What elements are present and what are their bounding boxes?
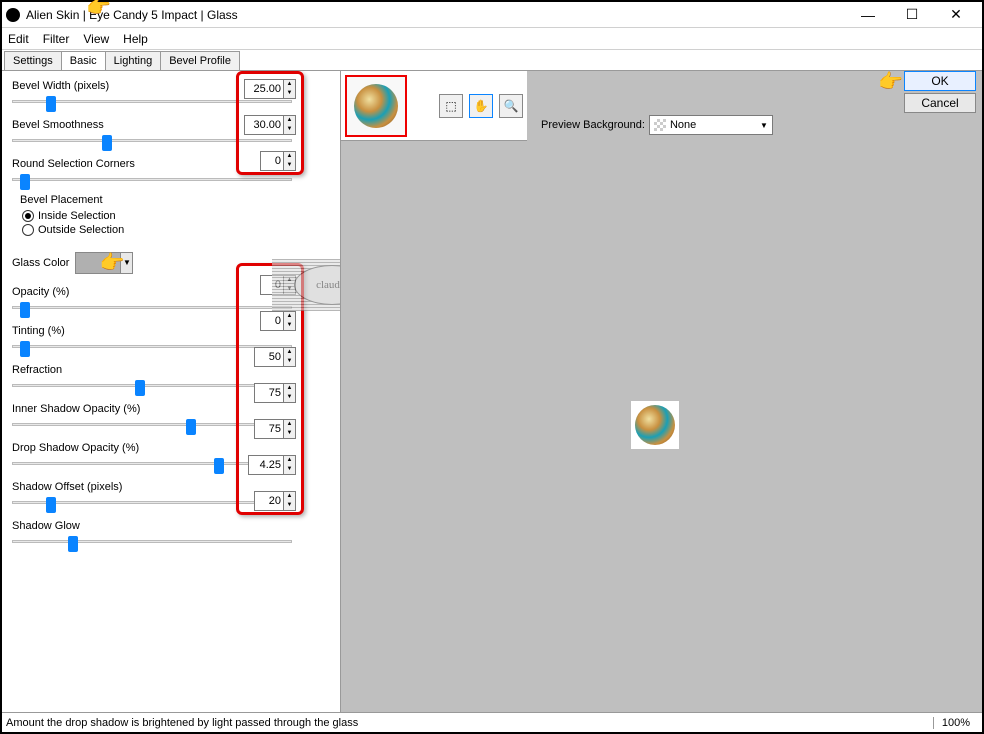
opacity-input[interactable]: ▲▼ (260, 275, 312, 295)
cancel-button[interactable]: Cancel (904, 93, 976, 113)
menu-filter[interactable]: Filter (43, 32, 70, 46)
preview-bg-label: Preview Background: (541, 119, 645, 131)
status-message: Amount the drop shadow is brightened by … (6, 717, 933, 729)
window-title: Alien Skin | Eye Candy 5 Impact | Glass (26, 8, 846, 22)
bevel-placement-label: Bevel Placement (20, 194, 330, 206)
inner-shadow-slider[interactable] (12, 419, 292, 431)
shadow-offset-label: Shadow Offset (pixels) (12, 481, 212, 493)
hand-tool-icon[interactable]: ✋ (469, 94, 493, 118)
inner-shadow-label: Inner Shadow Opacity (%) (12, 403, 212, 415)
round-corners-slider[interactable] (12, 174, 292, 186)
preview-panel: ⬚ ✋ 🔍 Preview Background: None▼ 👉 OK Can… (340, 71, 982, 712)
shadow-glow-input[interactable]: ▲▼ (254, 491, 306, 511)
tab-settings[interactable]: Settings (4, 51, 62, 70)
zoom-tool-icon[interactable]: 🔍 (499, 94, 523, 118)
preview-bg-select[interactable]: None▼ (649, 115, 773, 135)
tab-bevel-profile[interactable]: Bevel Profile (160, 51, 240, 70)
tab-lighting[interactable]: Lighting (105, 51, 162, 70)
glass-color-label: Glass Color (12, 257, 69, 269)
menu-view[interactable]: View (83, 32, 109, 46)
drop-shadow-label: Drop Shadow Opacity (%) (12, 442, 212, 454)
drop-shadow-input[interactable]: ▲▼ (254, 419, 306, 439)
round-corners-input[interactable]: ▲▼ (260, 151, 312, 171)
menu-help[interactable]: Help (123, 32, 148, 46)
opacity-label: Opacity (%) (12, 286, 212, 298)
app-icon (6, 8, 20, 22)
shadow-glow-label: Shadow Glow (12, 520, 212, 532)
tabbar: Settings Basic Lighting Bevel Profile 👉 (2, 50, 982, 70)
preview-thumbnail[interactable] (345, 75, 407, 137)
zoom-level: 100% (933, 717, 978, 729)
round-corners-label: Round Selection Corners (12, 158, 212, 170)
pointer-tool-icon[interactable]: ⬚ (439, 94, 463, 118)
refraction-slider[interactable] (12, 380, 292, 392)
thumbnail-strip: ⬚ ✋ 🔍 (341, 71, 527, 141)
preview-image (631, 401, 679, 449)
tinting-input[interactable]: ▲▼ (260, 311, 312, 331)
menu-edit[interactable]: Edit (8, 32, 29, 46)
refraction-input[interactable]: ▲▼ (254, 347, 306, 367)
tinting-slider[interactable] (12, 341, 292, 353)
statusbar: Amount the drop shadow is brightened by … (2, 712, 982, 732)
bevel-smoothness-label: Bevel Smoothness (12, 119, 212, 131)
pointer-icon: 👉 (878, 70, 903, 94)
close-button[interactable]: ✕ (934, 3, 978, 27)
tab-basic[interactable]: Basic (61, 51, 106, 70)
maximize-button[interactable]: ☐ (890, 3, 934, 27)
bevel-width-input[interactable]: ▲▼ (244, 79, 296, 99)
bevel-width-label: Bevel Width (pixels) (12, 80, 212, 92)
bevel-smoothness-input[interactable]: ▲▼ (244, 115, 296, 135)
radio-outside-selection[interactable]: Outside Selection (22, 224, 330, 236)
minimize-button[interactable]: — (846, 3, 890, 27)
ok-button[interactable]: OK (904, 71, 976, 91)
shadow-offset-slider[interactable] (12, 497, 292, 509)
menubar: Edit Filter View Help (2, 28, 982, 50)
inner-shadow-input[interactable]: ▲▼ (254, 383, 306, 403)
radio-inside-selection[interactable]: Inside Selection (22, 210, 330, 222)
glass-color-picker[interactable]: ▼ (75, 252, 133, 274)
opacity-slider[interactable] (12, 302, 292, 314)
shadow-offset-input[interactable]: ▲▼ (248, 455, 300, 475)
refraction-label: Refraction (12, 364, 212, 376)
bevel-smoothness-slider[interactable] (12, 135, 292, 147)
tinting-label: Tinting (%) (12, 325, 212, 337)
settings-panel: Bevel Width (pixels) ▲▼ Bevel Smoothness… (2, 71, 340, 712)
shadow-glow-slider[interactable] (12, 536, 292, 548)
titlebar: Alien Skin | Eye Candy 5 Impact | Glass … (2, 2, 982, 28)
